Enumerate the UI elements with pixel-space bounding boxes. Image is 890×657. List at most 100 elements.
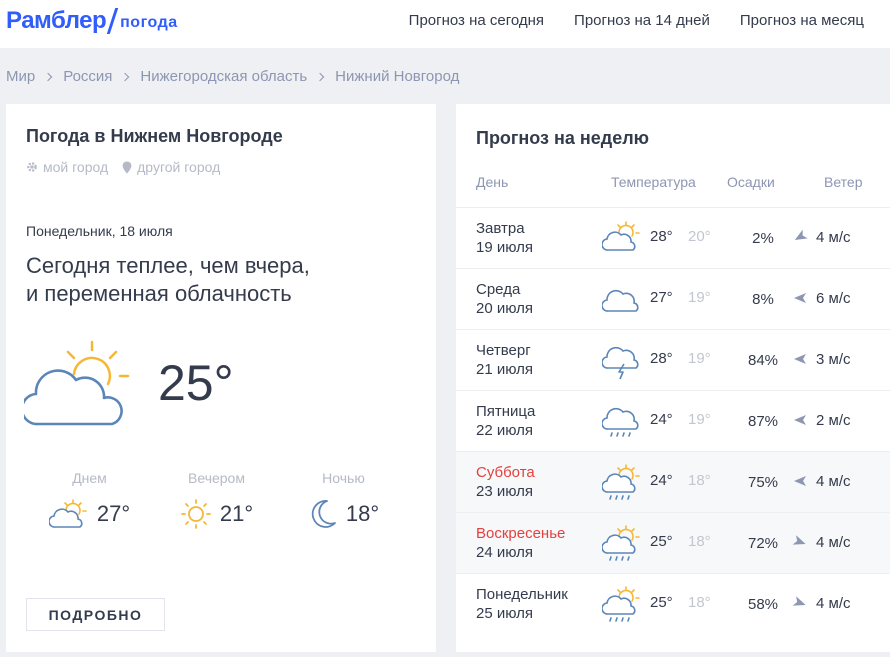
row-temp-night: 18°: [688, 472, 711, 489]
forecast-row[interactable]: Пятница 22 июля 24° 19° 87% 2 м/с: [456, 390, 890, 451]
wind-direction-icon: [794, 229, 808, 240]
moon-icon: [311, 500, 336, 528]
wind-direction-icon: [792, 596, 806, 606]
day-part-night: Ночью 18°: [280, 470, 407, 530]
row-temp-night: 20°: [688, 228, 711, 245]
row-precipitation: 87%: [747, 413, 779, 430]
breadcrumb-region[interactable]: Нижегородская область: [140, 68, 307, 85]
forecast-row[interactable]: Четверг 21 июля 28° 19° 84% 3 м/с: [456, 329, 890, 390]
my-city-link[interactable]: мой город: [26, 159, 108, 175]
row-temp-night: 19°: [688, 289, 711, 306]
logo-slash-icon: [106, 8, 119, 34]
main-nav: Прогноз на сегодня Прогноз на 14 дней Пр…: [409, 12, 864, 29]
wind-direction-icon: [794, 415, 806, 425]
day-part-temp: 27°: [96, 501, 131, 526]
row-day-name: Воскресенье: [476, 525, 566, 542]
week-forecast-card: Прогноз на неделю День Температура Осадк…: [456, 104, 890, 652]
row-temp-day: 25°: [650, 533, 673, 550]
forecast-row[interactable]: Завтра 19 июля 28° 20° 2% 4 м/с: [456, 207, 890, 268]
row-date: 23 июля: [476, 483, 534, 500]
row-temp-day: 24°: [650, 472, 673, 489]
logo-sub-text: погода: [120, 13, 178, 31]
row-wind: 4 м/с: [816, 473, 851, 490]
row-date: 22 июля: [476, 422, 534, 439]
day-parts: Днем 27° Вечером 21° Ночью 18°: [26, 470, 416, 530]
row-wind: 4 м/с: [816, 229, 851, 246]
week-forecast-title: Прогноз на неделю: [476, 128, 650, 148]
nav-14-days[interactable]: Прогноз на 14 дней: [574, 12, 710, 29]
day-part-label: Днем: [72, 470, 107, 486]
forecast-row[interactable]: Суббота 23 июля 24° 18° 75% 4 м/с: [456, 451, 890, 512]
rain-icon: [602, 407, 639, 437]
row-wind: 3 м/с: [816, 351, 851, 368]
row-date: 24 июля: [476, 544, 534, 561]
partly-cloudy-icon: [48, 499, 87, 528]
row-precipitation: 58%: [747, 596, 779, 613]
breadcrumb-city[interactable]: Нижний Новгород: [335, 68, 459, 85]
more-details-button[interactable]: ПОДРОБНО: [26, 598, 165, 631]
chevron-right-icon: [121, 72, 130, 81]
day-part-label: Вечером: [188, 470, 245, 486]
day-part-day: Днем 27°: [26, 470, 153, 530]
sun-icon: [180, 499, 211, 529]
forecast-row[interactable]: Понедельник 25 июля 25° 18° 58% 4 м/с: [456, 573, 890, 634]
column-temperature: Температура: [611, 174, 696, 190]
wind-direction-icon: [794, 354, 806, 364]
forecast-table-header: День Температура Осадки Ветер: [456, 174, 890, 194]
current-date: Понедельник, 18 июля: [26, 223, 173, 239]
sun-rain-icon: [602, 525, 640, 561]
current-temperature: 25°: [158, 355, 234, 411]
row-temp-day: 24°: [650, 411, 673, 428]
row-day-name: Среда: [476, 281, 521, 298]
row-temp-day: 25°: [650, 594, 673, 611]
row-temp-day: 27°: [650, 289, 673, 306]
row-temp-night: 19°: [688, 411, 711, 428]
row-temp-night: 18°: [688, 594, 711, 611]
sun-rain-icon: [602, 586, 640, 622]
current-weather-card: Погода в Нижнем Новгороде мой город друг…: [6, 104, 436, 652]
row-temp-night: 18°: [688, 533, 711, 550]
row-date: 21 июля: [476, 361, 534, 378]
row-wind: 2 м/с: [816, 412, 851, 429]
row-temp-day: 28°: [650, 228, 673, 245]
row-precipitation: 2%: [752, 230, 774, 247]
row-day-name: Суббота: [476, 464, 535, 481]
row-temp-day: 28°: [650, 350, 673, 367]
breadcrumb-world[interactable]: Мир: [6, 68, 35, 85]
day-part-temp: 21°: [219, 501, 254, 526]
sun-rain-icon: [602, 464, 640, 500]
row-temp-night: 19°: [688, 350, 711, 367]
row-precipitation: 72%: [747, 535, 779, 552]
wind-direction-icon: [792, 535, 806, 545]
logo-main-text: Рамблер: [6, 7, 107, 34]
breadcrumb-russia[interactable]: Россия: [63, 68, 112, 85]
breadcrumb: Мир Россия Нижегородская область Нижний …: [6, 68, 459, 85]
chevron-right-icon: [43, 72, 53, 81]
other-city-link[interactable]: другой город: [122, 159, 220, 175]
wind-direction-icon: [794, 293, 806, 303]
rambler-logo[interactable]: Рамблер погода: [6, 6, 178, 36]
forecast-row[interactable]: Воскресенье 24 июля 25° 18° 72% 4 м/с: [456, 512, 890, 573]
row-precipitation: 8%: [752, 291, 774, 308]
row-day-name: Четверг: [476, 342, 531, 359]
summary-line-2: и переменная облачность: [26, 281, 292, 306]
summary-line-1: Сегодня теплее, чем вчера,: [26, 253, 310, 278]
partly-cloudy-icon: [602, 221, 640, 251]
row-precipitation: 84%: [747, 352, 779, 369]
nav-month[interactable]: Прогноз на месяц: [740, 12, 864, 29]
chevron-right-icon: [315, 72, 325, 81]
day-part-evening: Вечером 21°: [153, 470, 280, 530]
nav-today[interactable]: Прогноз на сегодня: [409, 12, 544, 29]
column-wind: Ветер: [824, 174, 863, 190]
row-wind: 4 м/с: [816, 534, 851, 551]
my-city-label: мой город: [43, 159, 109, 175]
cloudy-icon: [602, 289, 639, 312]
other-city-label: другой город: [137, 159, 221, 175]
weather-summary: Сегодня теплее, чем вчера, и переменная …: [26, 252, 386, 308]
forecast-row[interactable]: Среда 20 июля 27° 19° 8% 6 м/с: [456, 268, 890, 329]
row-wind: 6 м/с: [816, 290, 851, 307]
city-links: мой город другой город: [26, 159, 220, 175]
forecast-rows: Завтра 19 июля 28° 20° 2% 4 м/с Среда 20…: [456, 207, 890, 634]
city-title: Погода в Нижнем Новгороде: [26, 126, 283, 146]
row-day-name: Понедельник: [476, 586, 568, 603]
